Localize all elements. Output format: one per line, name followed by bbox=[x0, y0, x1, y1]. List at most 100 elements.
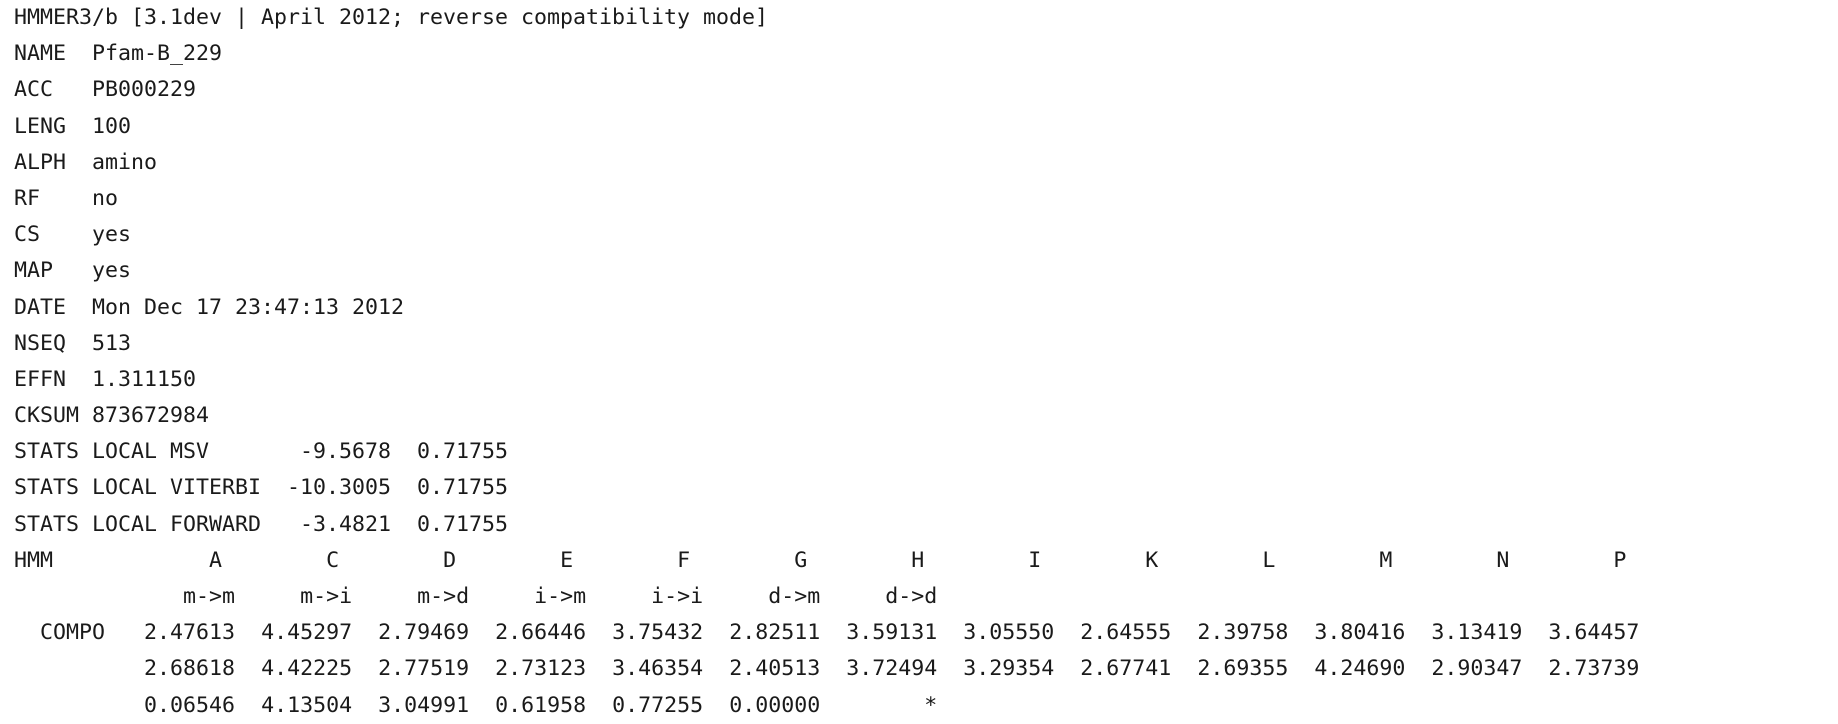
match-emission-value: 2.64555 bbox=[1080, 620, 1172, 646]
field-value: Pfam-B_229 bbox=[92, 41, 223, 67]
stats-lines: STATS LOCAL MSV -9.5678 0.71755 STATS LOC… bbox=[14, 434, 1639, 543]
transition-label: d->d bbox=[885, 584, 938, 609]
transition-value: 0.06546 bbox=[144, 692, 236, 718]
header-field: ALPH amino bbox=[14, 145, 1639, 181]
field-key: NAME bbox=[14, 41, 80, 67]
match-emission-value: 2.47613 bbox=[144, 620, 236, 646]
field-key: RF bbox=[14, 185, 80, 211]
match-emission-value: 3.13419 bbox=[1431, 620, 1523, 646]
field-key: CS bbox=[14, 222, 80, 248]
alphabet-letter: P bbox=[1613, 547, 1627, 573]
field-value: PB000229 bbox=[92, 77, 197, 103]
transition-label: m->d bbox=[417, 584, 470, 609]
stats-line: STATS LOCAL VITERBI -10.3005 0.71755 bbox=[14, 470, 1639, 506]
compo-label: COMPO bbox=[14, 620, 119, 646]
insert-emission-value: 2.67741 bbox=[1080, 656, 1172, 682]
stats-label: STATS LOCAL VITERBI bbox=[14, 475, 262, 501]
field-key: MAP bbox=[14, 258, 80, 284]
hmm-label: HMM bbox=[14, 547, 119, 573]
transition-value: 0.00000 bbox=[729, 692, 821, 718]
alphabet-letter: A bbox=[209, 547, 223, 573]
format-header: HMMER3/b [3.1dev | April 2012; reverse c… bbox=[14, 5, 769, 30]
field-key: ALPH bbox=[14, 149, 80, 175]
field-value: yes bbox=[92, 222, 132, 248]
alphabet-letter: F bbox=[677, 547, 691, 573]
match-emission-value: 2.66446 bbox=[495, 620, 587, 646]
insert-emission-value: 3.46354 bbox=[612, 656, 704, 682]
alphabet-letter: N bbox=[1496, 547, 1510, 573]
insert-emission-value: 3.29354 bbox=[963, 656, 1055, 682]
field-value: yes bbox=[92, 258, 132, 284]
match-emission-value: 3.75432 bbox=[612, 620, 704, 646]
transition-value: 0.77255 bbox=[612, 692, 704, 718]
header-field: NSEQ 513 bbox=[14, 326, 1639, 362]
field-value: amino bbox=[92, 149, 158, 175]
match-emission-value: 4.45297 bbox=[261, 620, 353, 646]
alphabet-letter: I bbox=[1028, 547, 1042, 573]
compo-insert-emissions: 2.68618 4.42225 2.77519 2.73123 3.46354 … bbox=[14, 651, 1639, 687]
match-emission-value: 3.59131 bbox=[846, 620, 938, 646]
header-field: NAME Pfam-B_229 bbox=[14, 36, 1639, 72]
insert-emission-value: 3.72494 bbox=[846, 656, 938, 682]
transition-label: i->i bbox=[651, 584, 704, 609]
stats-mu: -9.5678 bbox=[261, 439, 392, 465]
header-field: MAP yes bbox=[14, 253, 1639, 289]
insert-emission-value: 4.42225 bbox=[261, 656, 353, 682]
insert-emission-value: 2.90347 bbox=[1431, 656, 1523, 682]
match-emission-value: 3.80416 bbox=[1314, 620, 1406, 646]
transition-value: 4.13504 bbox=[261, 692, 353, 718]
stats-mu: -10.3005 bbox=[261, 475, 392, 501]
header-field: CS yes bbox=[14, 217, 1639, 253]
transition-label: m->m bbox=[183, 584, 236, 609]
field-value: Mon Dec 17 23:47:13 2012 bbox=[92, 294, 405, 320]
stats-line: STATS LOCAL FORWARD -3.4821 0.71755 bbox=[14, 507, 1639, 543]
transition-value: 0.61958 bbox=[495, 692, 587, 718]
field-value: 100 bbox=[92, 113, 132, 139]
stats-lambda: 0.71755 bbox=[391, 511, 509, 537]
stats-line: STATS LOCAL MSV -9.5678 0.71755 bbox=[14, 434, 1639, 470]
header-field: DATE Mon Dec 17 23:47:13 2012 bbox=[14, 290, 1639, 326]
alphabet-letter: G bbox=[794, 547, 808, 573]
transition-value: * bbox=[924, 692, 938, 718]
compo-transitions: 0.06546 4.13504 3.04991 0.61958 0.77255 … bbox=[14, 688, 1639, 724]
header-field: LENG 100 bbox=[14, 109, 1639, 145]
insert-emission-value: 2.40513 bbox=[729, 656, 821, 682]
field-value: 1.311150 bbox=[92, 366, 197, 392]
field-key: DATE bbox=[14, 294, 80, 320]
match-emission-value: 2.79469 bbox=[378, 620, 470, 646]
field-key: EFFN bbox=[14, 366, 80, 392]
alphabet-letter: H bbox=[911, 547, 925, 573]
field-key: CKSUM bbox=[14, 403, 80, 429]
insert-emission-value: 2.73739 bbox=[1548, 656, 1640, 682]
stats-label: STATS LOCAL MSV bbox=[14, 439, 262, 465]
hmm-document: HMMER3/b [3.1dev | April 2012; reverse c… bbox=[14, 0, 1639, 724]
stats-lambda: 0.71755 bbox=[391, 439, 509, 465]
header-field: ACC PB000229 bbox=[14, 72, 1639, 108]
stats-mu: -3.4821 bbox=[261, 511, 392, 537]
alphabet-letter: D bbox=[443, 547, 457, 573]
insert-emission-value: 2.73123 bbox=[495, 656, 587, 682]
stats-label: STATS LOCAL FORWARD bbox=[14, 511, 262, 537]
alphabet-letter: L bbox=[1262, 547, 1276, 573]
match-emission-value: 2.82511 bbox=[729, 620, 821, 646]
header-field: EFFN 1.311150 bbox=[14, 362, 1639, 398]
alphabet-letter: K bbox=[1145, 547, 1159, 573]
hmm-alphabet-header: HMM A C D E F G H I K L M N P bbox=[14, 543, 1639, 579]
insert-emission-value: 2.77519 bbox=[378, 656, 470, 682]
field-value: no bbox=[92, 185, 119, 211]
match-emission-value: 3.64457 bbox=[1548, 620, 1640, 646]
alphabet-letter: E bbox=[560, 547, 574, 573]
field-key: LENG bbox=[14, 113, 80, 139]
transition-label: m->i bbox=[300, 584, 353, 609]
match-emission-value: 2.39758 bbox=[1197, 620, 1289, 646]
hmm-transition-header: m->m m->i m->d i->m i->i d->m d->d bbox=[14, 579, 1639, 615]
insert-emission-value: 4.24690 bbox=[1314, 656, 1406, 682]
field-key: ACC bbox=[14, 77, 80, 103]
alphabet-letter: C bbox=[326, 547, 340, 573]
alphabet-letter: M bbox=[1379, 547, 1393, 573]
header-field: RF no bbox=[14, 181, 1639, 217]
compo-match-emissions: COMPO 2.47613 4.45297 2.79469 2.66446 3.… bbox=[14, 615, 1639, 651]
transition-value: 3.04991 bbox=[378, 692, 470, 718]
stats-lambda: 0.71755 bbox=[391, 475, 509, 501]
insert-emission-value: 2.68618 bbox=[144, 656, 236, 682]
